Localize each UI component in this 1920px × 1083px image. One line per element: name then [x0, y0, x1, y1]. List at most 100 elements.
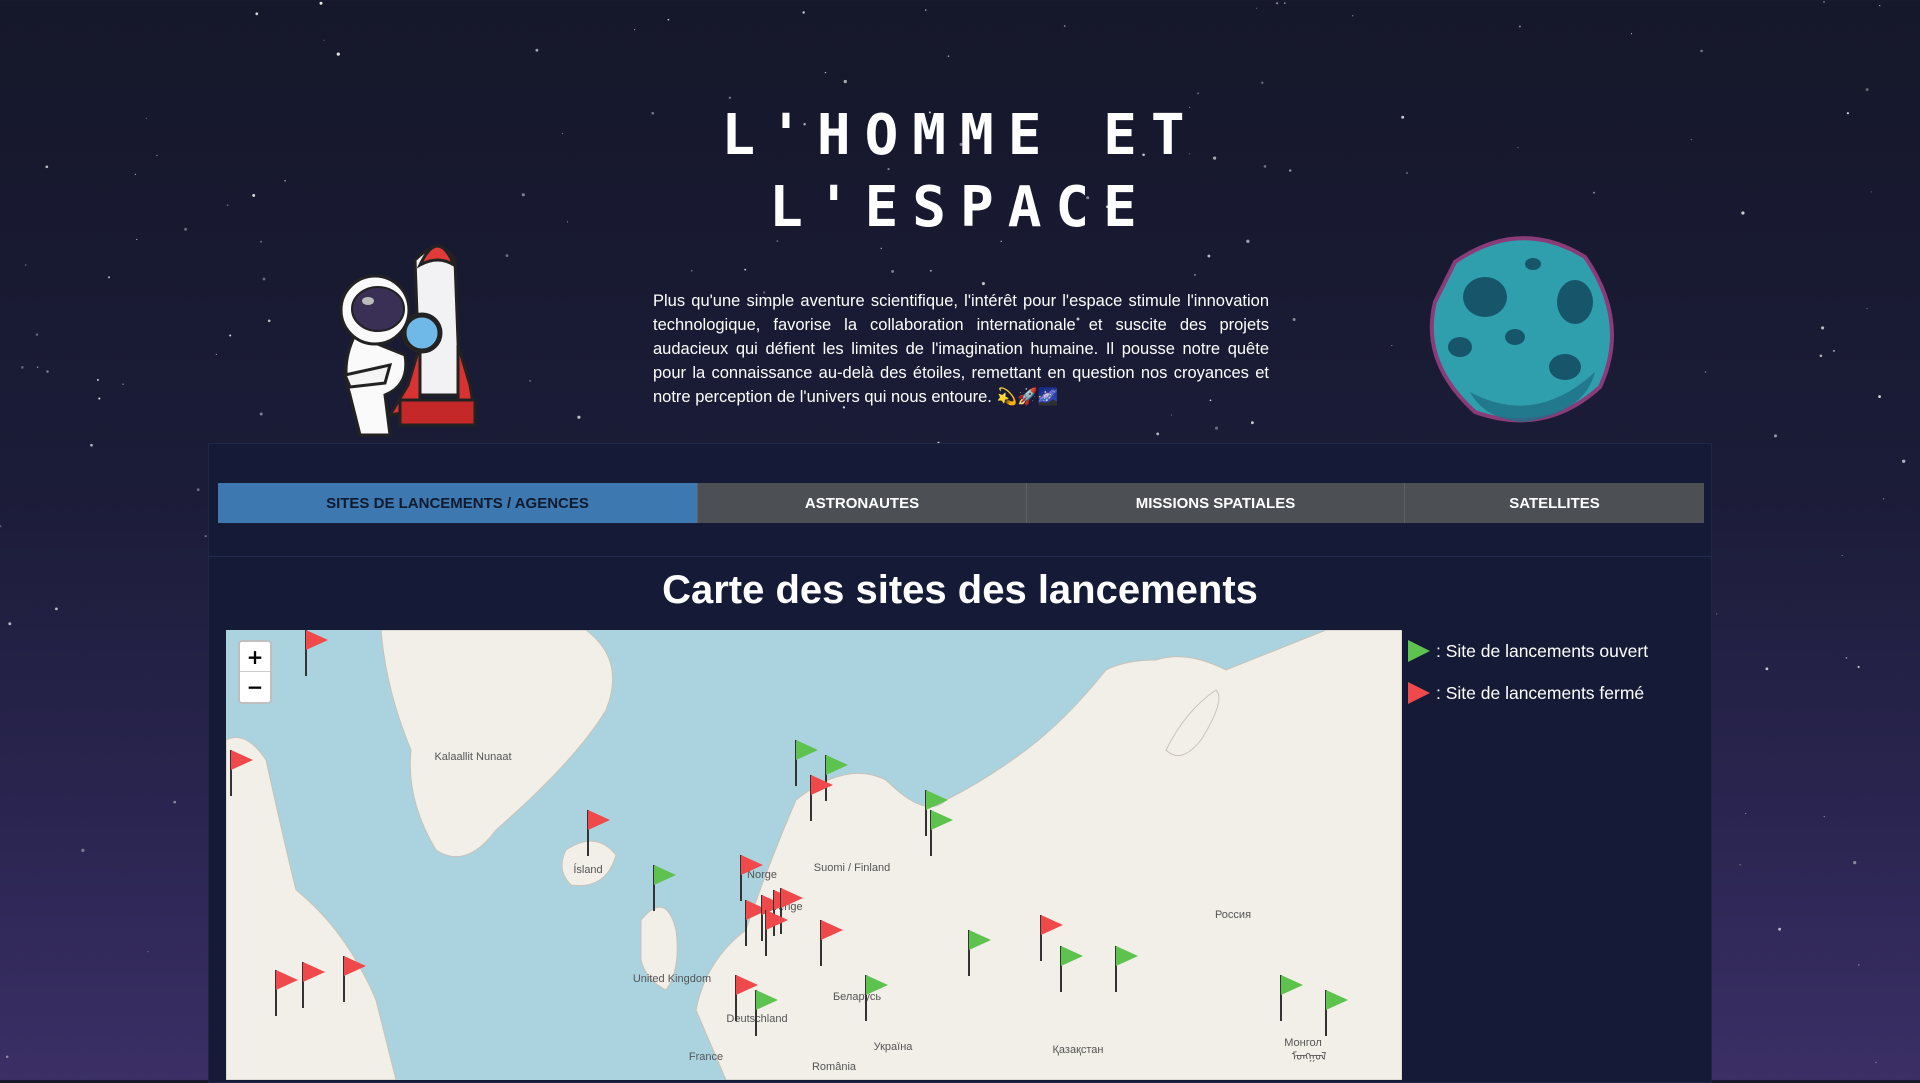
star: [1902, 459, 1906, 463]
star: [336, 52, 340, 56]
star: [577, 415, 581, 419]
launch-sites-map[interactable]: Kalaallit Nunaat Ísland Norge Sverige Su…: [226, 630, 1402, 1080]
star: [1846, 112, 1849, 115]
star: [20, 366, 24, 369]
star: [1866, 307, 1868, 310]
zoom-in-button[interactable]: +: [240, 642, 270, 672]
legend-open: : Site de lancements ouvert: [1406, 630, 1726, 672]
star: [1774, 434, 1777, 438]
star: [744, 268, 747, 271]
star: [1214, 426, 1219, 430]
star: [1406, 172, 1408, 174]
star: [147, 951, 149, 953]
star: [145, 117, 148, 120]
star: [1690, 138, 1692, 141]
star: [1823, 1, 1825, 3]
star: [204, 535, 207, 538]
closed-site-flag[interactable]: [305, 630, 328, 676]
star: [1765, 667, 1769, 671]
star: [1251, 421, 1254, 425]
star: [1593, 191, 1595, 194]
star: [1745, 812, 1747, 815]
star: [46, 370, 49, 373]
title-line-1: L'HOMME ET: [721, 103, 1199, 168]
astronaut-rocket-illustration: [339, 244, 477, 437]
star: [5, 1055, 9, 1058]
star: [929, 269, 932, 272]
map-canvas[interactable]: Kalaallit Nunaat Ísland Norge Sverige Su…: [226, 630, 1402, 1080]
star: [8, 622, 12, 626]
star: [1819, 354, 1823, 358]
star: [891, 269, 895, 273]
star: [1261, 81, 1264, 84]
place-label-romania: România: [812, 1061, 857, 1073]
star: [173, 800, 177, 804]
star: [1845, 657, 1848, 659]
star: [1292, 318, 1296, 321]
star: [323, 39, 325, 42]
legend-open-label: : Site de lancements ouvert: [1436, 640, 1649, 661]
star: [824, 71, 827, 74]
star: [1156, 432, 1160, 436]
open-site-flag[interactable]: [653, 865, 676, 911]
green-flag-icon: [1408, 640, 1430, 662]
flag-cloth: [796, 740, 818, 760]
tab-launch-sites[interactable]: SITES DE LANCEMENTS / AGENCES: [218, 483, 698, 523]
tab-space-missions[interactable]: MISSIONS SPATIALES: [1027, 483, 1405, 523]
planet-illustration: [1429, 236, 1614, 423]
star: [196, 488, 200, 492]
tab-satellites[interactable]: SATELLITES: [1405, 483, 1704, 523]
star: [252, 193, 256, 197]
place-label-finland: Suomi / Finland: [814, 862, 890, 874]
place-label-mongolia-script: ᠮᠣᠩᠭᠣᠯ: [1292, 1050, 1327, 1063]
star: [319, 1, 323, 5]
star: [947, 55, 950, 58]
star: [1704, 371, 1707, 373]
star: [691, 269, 693, 272]
star: [535, 48, 539, 52]
place-label-russia: Россия: [1215, 909, 1251, 921]
page-title: L'HOMME ET L'ESPACE: [560, 100, 1360, 244]
star: [122, 383, 124, 385]
star: [1063, 25, 1066, 27]
star: [1857, 665, 1860, 669]
star: [1878, 395, 1881, 398]
star: [1865, 88, 1869, 92]
star: [259, 412, 263, 416]
red-flag-icon: [1408, 682, 1430, 704]
star: [1879, 4, 1881, 7]
star: [284, 179, 286, 182]
flag-cloth: [654, 865, 676, 885]
star: [505, 254, 509, 257]
legend-closed: : Site de lancements fermé: [1406, 672, 1726, 714]
star: [45, 165, 49, 169]
landmass-greenland: [380, 630, 614, 858]
star: [1518, 25, 1521, 28]
star: [215, 353, 218, 356]
star: [255, 12, 259, 16]
tab-astronauts[interactable]: ASTRONAUTES: [698, 483, 1027, 523]
place-label-norway: Norge: [747, 869, 777, 881]
star: [36, 366, 39, 368]
star: [1207, 254, 1211, 258]
star: [1823, 815, 1825, 818]
star: [1517, 146, 1519, 149]
star: [90, 443, 93, 447]
star: [1716, 613, 1718, 615]
star: [1858, 964, 1860, 966]
star: [1401, 115, 1405, 119]
title-line-2: L'ESPACE: [769, 175, 1151, 240]
star: [981, 282, 985, 286]
place-label-kazakhstan: Қазақстан: [1053, 1044, 1104, 1056]
star: [1276, 2, 1279, 5]
place-label-iceland: Ísland: [573, 863, 602, 876]
star: [55, 607, 58, 611]
star: [1853, 860, 1857, 865]
flag-cloth: [306, 630, 328, 650]
star: [98, 397, 101, 400]
place-label-belarus: Беларусь: [833, 991, 881, 1003]
tab-bar: SITES DE LANCEMENTS / AGENCES ASTRONAUTE…: [218, 483, 1704, 523]
zoom-out-button[interactable]: −: [240, 672, 270, 702]
star: [107, 276, 111, 279]
star: [1778, 927, 1781, 931]
